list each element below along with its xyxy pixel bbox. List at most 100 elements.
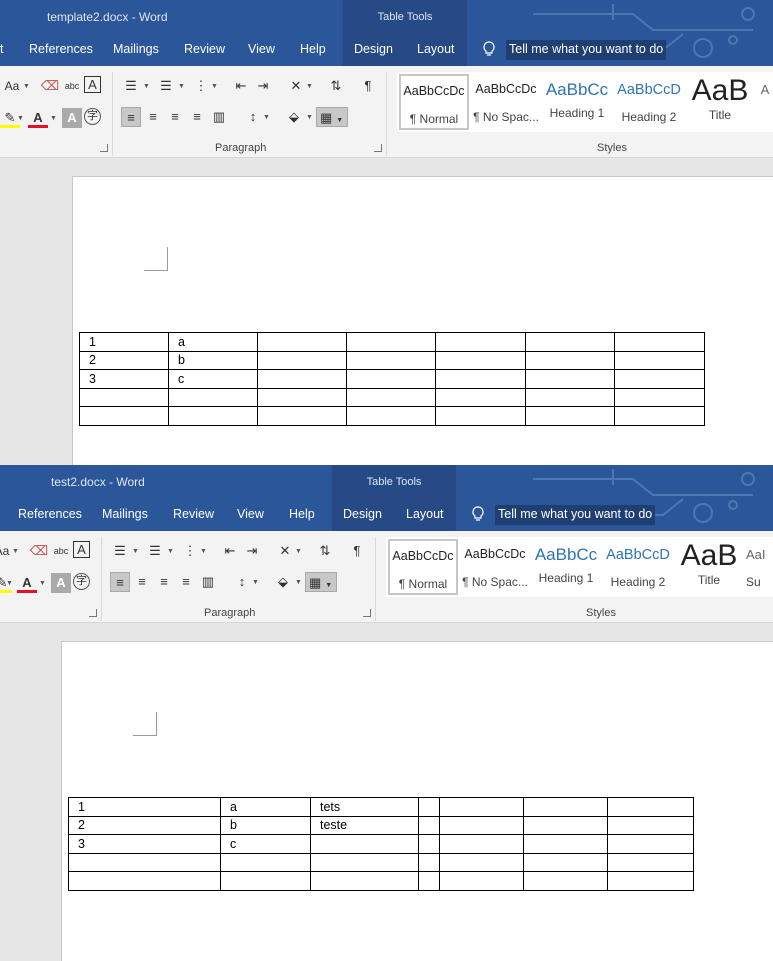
table-row[interactable]: 1 a tets — [68, 797, 694, 817]
style-title[interactable]: AaB Title — [674, 539, 744, 595]
table-cell[interactable]: 3 — [79, 369, 169, 389]
sort-icon[interactable]: ⇅ — [326, 76, 346, 96]
table-cell[interactable] — [168, 387, 258, 407]
shading-icon[interactable]: ⬙ — [273, 572, 293, 592]
tab-review[interactable]: Review — [184, 42, 225, 56]
phonetic-guide-icon[interactable]: abc — [51, 541, 71, 561]
document-table[interactable]: 1 a tets 2 b teste 3 c — [68, 797, 694, 891]
table-cell[interactable]: 2 — [68, 815, 221, 835]
table-row[interactable]: 1a — [79, 332, 705, 352]
table-cell[interactable] — [525, 350, 615, 370]
show-formatting-icon[interactable]: ¶ — [347, 541, 367, 561]
tab-design[interactable]: Design — [354, 42, 393, 56]
tab-help[interactable]: Help — [300, 42, 326, 56]
table-cell[interactable]: 3 — [68, 834, 221, 854]
align-left-icon[interactable]: ≡ — [121, 107, 141, 127]
table-cell[interactable] — [607, 815, 694, 835]
table-cell[interactable] — [439, 797, 524, 817]
table-cell[interactable] — [168, 406, 258, 426]
style-subtitle-partial[interactable]: AaI Su — [746, 539, 773, 595]
table-cell[interactable] — [257, 332, 347, 352]
distributed-icon[interactable]: ▥ — [198, 572, 218, 592]
style-heading-2[interactable]: AaBbCcD Heading 2 — [603, 539, 673, 595]
table-cell[interactable]: a — [168, 332, 258, 352]
paragraph-dialog-launcher-icon[interactable] — [374, 144, 382, 152]
table-row[interactable]: 3c — [68, 834, 694, 854]
table-cell[interactable] — [346, 369, 436, 389]
align-right-icon[interactable]: ≡ — [165, 107, 185, 127]
table-cell[interactable] — [439, 834, 524, 854]
table-row[interactable] — [68, 852, 694, 872]
table-cell[interactable] — [525, 387, 615, 407]
show-formatting-icon[interactable]: ¶ — [358, 76, 378, 96]
font-dialog-launcher-icon[interactable] — [89, 609, 97, 617]
table-cell[interactable] — [435, 332, 526, 352]
table-cell[interactable]: 1 — [79, 332, 169, 352]
table-cell[interactable] — [257, 369, 347, 389]
table-row[interactable] — [79, 406, 705, 426]
align-center-icon[interactable]: ≡ — [143, 107, 163, 127]
character-border-icon[interactable]: A — [73, 541, 90, 558]
multilevel-list-icon[interactable]: ⋮ — [180, 541, 200, 561]
tab-design[interactable]: Design — [343, 507, 382, 521]
style-normal[interactable]: AaBbCcDc ¶ Normal — [388, 539, 458, 595]
align-center-icon[interactable]: ≡ — [132, 572, 152, 592]
text-direction-icon[interactable]: ✕ — [275, 541, 295, 561]
align-right-icon[interactable]: ≡ — [154, 572, 174, 592]
table-cell[interactable] — [614, 387, 705, 407]
style-heading-2[interactable]: AaBbCcD Heading 2 — [614, 74, 684, 130]
table-cell[interactable] — [607, 797, 694, 817]
table-cell[interactable] — [614, 406, 705, 426]
table-cell[interactable] — [257, 350, 347, 370]
text-direction-icon[interactable]: ✕ — [286, 76, 306, 96]
tab-help[interactable]: Help — [289, 507, 315, 521]
table-cell[interactable] — [435, 350, 526, 370]
table-cell[interactable] — [310, 871, 419, 891]
justify-icon[interactable]: ≡ — [187, 107, 207, 127]
table-row[interactable] — [79, 387, 705, 407]
font-dialog-launcher-icon[interactable] — [100, 144, 108, 152]
style-normal[interactable]: AaBbCcDc ¶ Normal — [399, 74, 469, 130]
character-shading-icon[interactable]: A — [62, 108, 82, 128]
tab-insert-partial[interactable]: t — [0, 42, 3, 56]
increase-indent-icon[interactable]: ⇥ — [253, 76, 273, 96]
style-title[interactable]: AaB Title — [685, 74, 755, 130]
borders-icon[interactable]: ▦ ▼ — [305, 572, 337, 592]
table-cell[interactable] — [310, 834, 419, 854]
table-cell[interactable] — [523, 815, 608, 835]
table-cell[interactable] — [435, 406, 526, 426]
document-page[interactable]: 1 a tets 2 b teste 3 c — [61, 641, 773, 961]
table-cell[interactable] — [418, 834, 440, 854]
table-cell[interactable]: b — [220, 815, 311, 835]
table-cell[interactable] — [614, 369, 705, 389]
style-heading-1[interactable]: AaBbCc Heading 1 — [542, 74, 612, 130]
table-cell[interactable] — [346, 332, 436, 352]
table-cell[interactable] — [79, 406, 169, 426]
change-case-button[interactable]: Aa — [0, 76, 24, 96]
table-cell[interactable] — [310, 852, 419, 872]
table-cell[interactable] — [439, 815, 524, 835]
tell-me-search[interactable]: Tell me what you want to do — [495, 505, 656, 525]
table-cell[interactable] — [439, 871, 524, 891]
tab-references[interactable]: References — [18, 507, 82, 521]
table-cell[interactable] — [439, 852, 524, 872]
tab-layout[interactable]: Layout — [417, 42, 455, 56]
table-cell[interactable] — [418, 871, 440, 891]
table-cell[interactable] — [614, 332, 705, 352]
table-cell[interactable]: 1 — [68, 797, 221, 817]
table-cell[interactable] — [607, 871, 694, 891]
line-spacing-icon[interactable]: ↕ — [232, 572, 252, 592]
change-case-button[interactable]: Aa — [0, 541, 10, 561]
table-row[interactable]: 2 b teste — [68, 815, 694, 835]
style-no-spacing[interactable]: AaBbCcDc ¶ No Spac... — [471, 74, 541, 130]
tab-view[interactable]: View — [237, 507, 264, 521]
table-cell[interactable] — [346, 406, 436, 426]
style-subtitle-partial[interactable]: A — [757, 74, 773, 130]
table-cell[interactable] — [346, 350, 436, 370]
table-cell[interactable] — [68, 852, 221, 872]
table-cell[interactable] — [614, 350, 705, 370]
table-cell[interactable]: c — [168, 369, 258, 389]
table-row[interactable] — [68, 871, 694, 891]
phonetic-guide-icon[interactable]: abc — [62, 76, 82, 96]
table-cell[interactable] — [525, 369, 615, 389]
